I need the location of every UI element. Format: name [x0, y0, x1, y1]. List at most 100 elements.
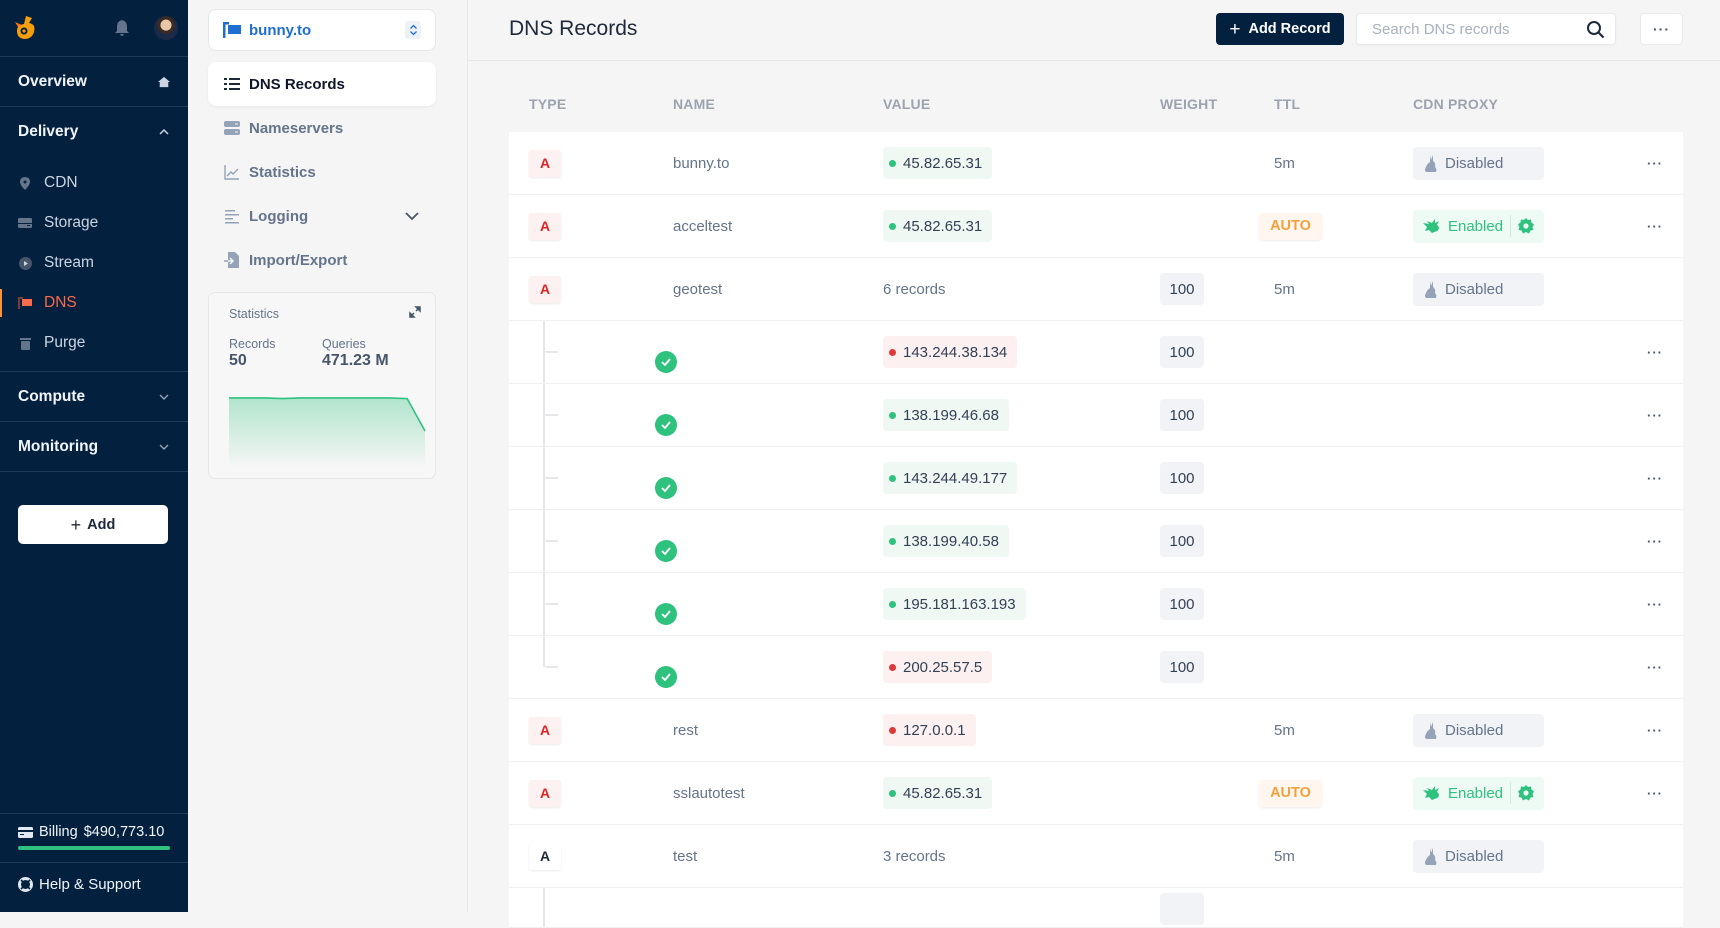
queries-sparkline — [229, 397, 426, 465]
sidebar-item-dns[interactable]: DNS — [0, 283, 188, 323]
record-value-text: 195.181.163.193 — [903, 595, 1016, 613]
more-options-button[interactable]: ··· — [1640, 13, 1683, 45]
bunny-logo-icon[interactable] — [12, 14, 38, 42]
row-more-button[interactable]: ··· — [1647, 723, 1663, 738]
table-row[interactable]: Arest 127.0.0.1 5m Disabled ··· — [509, 699, 1683, 762]
sidebar-section-overview[interactable]: Overview — [0, 57, 188, 107]
flag-icon — [18, 296, 32, 310]
user-avatar[interactable] — [154, 16, 178, 40]
check-icon — [661, 547, 671, 555]
row-more-button[interactable]: ··· — [1647, 156, 1663, 171]
search-icon[interactable] — [1586, 20, 1605, 39]
table-row-child[interactable]: 195.181.163.193 100 ··· — [509, 573, 1683, 636]
add-record-button[interactable]: + Add Record — [1216, 13, 1344, 45]
cdn-proxy-disabled-toggle[interactable]: Disabled — [1413, 839, 1544, 873]
row-more-button[interactable]: ··· — [1647, 408, 1663, 423]
gear-icon[interactable] — [1518, 785, 1534, 801]
tree-connector — [545, 414, 558, 416]
check-icon — [661, 421, 671, 429]
chevron-down-icon[interactable] — [404, 208, 420, 224]
row-more-button[interactable]: ··· — [1647, 786, 1663, 801]
row-more-button[interactable]: ··· — [1647, 219, 1663, 234]
record-value: 127.0.0.1 — [883, 714, 976, 746]
panel-nav-import-export[interactable]: Import/Export — [208, 238, 436, 282]
ttl-auto-badge: AUTO — [1259, 779, 1322, 807]
zone-selector[interactable]: bunny.to — [208, 9, 436, 51]
home-icon — [158, 76, 170, 87]
cdn-proxy-disabled-toggle[interactable]: Disabled — [1413, 272, 1544, 306]
check-icon — [661, 610, 671, 618]
add-button[interactable]: + Add — [18, 505, 168, 544]
ttl-auto-badge: AUTO — [1259, 212, 1322, 240]
billing-widget[interactable]: Billing $490,773.10 — [0, 813, 188, 863]
panel-nav-nameservers[interactable]: Nameservers — [208, 106, 436, 150]
cdn-proxy-disabled-toggle[interactable]: Disabled — [1413, 146, 1544, 180]
search-box — [1356, 13, 1616, 45]
search-input[interactable] — [1357, 14, 1577, 44]
drive-icon — [18, 216, 32, 230]
sidebar-section-delivery[interactable]: Delivery — [0, 107, 188, 157]
record-value: 45.82.65.31 — [883, 147, 993, 179]
row-more-button[interactable]: ··· — [1647, 534, 1663, 549]
column-header-value[interactable]: VALUE — [883, 96, 930, 112]
record-value-text: 138.199.40.58 — [903, 532, 999, 550]
cdn-proxy-enabled-toggle[interactable]: Enabled — [1413, 776, 1544, 810]
record-type-badge: A — [529, 779, 561, 807]
lifebuoy-icon — [18, 877, 33, 892]
tree-connector — [543, 888, 545, 927]
row-more-button[interactable]: ··· — [1647, 597, 1663, 612]
record-type-badge: A — [529, 149, 561, 177]
expand-icon[interactable] — [409, 306, 421, 318]
panel-nav-logging[interactable]: Logging — [208, 194, 436, 238]
column-header-ttl[interactable]: TTL — [1274, 96, 1300, 112]
column-header-cdn-proxy[interactable]: CDN PROXY — [1413, 96, 1498, 112]
billing-progress-bar — [18, 846, 170, 850]
column-header-type[interactable]: TYPE — [529, 96, 566, 112]
cdn-proxy-disabled-toggle[interactable]: Disabled — [1413, 713, 1544, 747]
column-header-weight[interactable]: WEIGHT — [1160, 96, 1217, 112]
row-more-button[interactable]: ··· — [1647, 345, 1663, 360]
trash-icon — [18, 336, 32, 350]
table-row-child[interactable]: 143.244.38.134 100 ··· — [509, 321, 1683, 384]
table-row-child[interactable] — [509, 888, 1683, 928]
sidebar-section-compute[interactable]: Compute — [0, 372, 188, 422]
notifications-bell-icon[interactable] — [114, 19, 130, 37]
sidebar-item-cdn[interactable]: CDN — [0, 163, 188, 203]
main-content: DNS Records + Add Record ··· TYPE NAME V… — [468, 0, 1720, 928]
help-label: Help & Support — [39, 876, 141, 893]
table-row-child[interactable]: 200.25.57.5 100 ··· — [509, 636, 1683, 699]
billing-progress-fill — [18, 846, 170, 850]
table-row[interactable]: Aacceltest 45.82.65.31 AUTO Enabled ··· — [509, 195, 1683, 258]
sidebar-item-stream[interactable]: Stream — [0, 243, 188, 283]
column-header-name[interactable]: NAME — [673, 96, 715, 112]
sidebar-section-monitoring[interactable]: Monitoring — [0, 422, 188, 472]
record-value: 45.82.65.31 — [883, 777, 993, 809]
status-dot — [889, 600, 896, 608]
table-row[interactable]: Ageotest 6 records 100 5m Disabled — [509, 258, 1683, 321]
record-name: test — [673, 847, 698, 865]
status-dot — [889, 159, 896, 167]
help-support-link[interactable]: Help & Support — [18, 876, 141, 893]
record-group-count: 6 records — [883, 280, 946, 298]
dns-records-table: TYPE NAME VALUE WEIGHT TTL CDN PROXY Abu… — [509, 76, 1683, 928]
sidebar-item-purge[interactable]: Purge — [0, 323, 188, 363]
cdn-proxy-status: Disabled — [1445, 847, 1504, 865]
rabbit-icon — [1425, 280, 1437, 298]
row-more-button[interactable]: ··· — [1647, 660, 1663, 675]
table-row[interactable]: Asslautotest 45.82.65.31 AUTO Enabled ··· — [509, 762, 1683, 825]
sidebar-item-storage[interactable]: Storage — [0, 203, 188, 243]
table-row[interactable]: Abunny.to 45.82.65.31 5m Disabled ··· — [509, 132, 1683, 195]
gear-icon[interactable] — [1518, 218, 1534, 234]
record-value-text: 45.82.65.31 — [903, 217, 983, 235]
record-weight: 100 — [1160, 651, 1204, 683]
row-more-button[interactable]: ··· — [1647, 471, 1663, 486]
table-row[interactable]: Atest 3 records 5m Disabled — [509, 825, 1683, 888]
table-row-child[interactable]: 138.199.40.58 100 ··· — [509, 510, 1683, 573]
cdn-proxy-enabled-toggle[interactable]: Enabled — [1413, 209, 1544, 243]
panel-nav-dns-records[interactable]: DNS Records — [208, 62, 436, 106]
table-row-child[interactable]: 138.199.46.68 100 ··· — [509, 384, 1683, 447]
table-row-child[interactable]: 143.244.49.177 100 ··· — [509, 447, 1683, 510]
tree-connector — [545, 540, 558, 542]
record-type-badge: A — [529, 716, 561, 744]
panel-nav-statistics[interactable]: Statistics — [208, 150, 436, 194]
